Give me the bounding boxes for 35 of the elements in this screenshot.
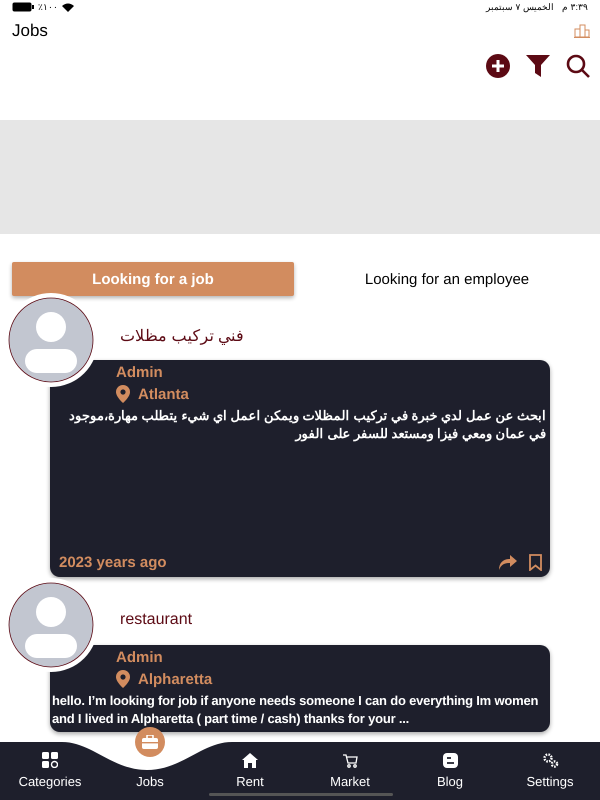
- post-time: 2023 years ago: [59, 554, 167, 571]
- nav-tab[interactable]: Market: [300, 742, 400, 800]
- cart-icon: [342, 754, 358, 768]
- status-time: ٣:٣٩ م: [562, 2, 588, 12]
- gears-icon: [542, 752, 558, 768]
- job-card[interactable]: Admin Alpharetta hello. I’m looking for job if anyone needs someone I can do everything Im women and I lived in Alpharetta ( part time / cash) thanks for your ...: [50, 645, 550, 732]
- location-name: Atlanta: [138, 386, 189, 402]
- status-date: الخميس ٧ سبتمبر: [486, 2, 554, 12]
- page-title: Jobs: [12, 21, 48, 41]
- grid-icon: [42, 752, 58, 768]
- nav-tab[interactable]: Categories: [0, 742, 100, 800]
- job-description: ابحث عن عمل لدي خبرة في تركيب المظلات ويمكن اعمل اي شيء يتطلب مهارة،موجود في عمان ومعي فيزا ومستعد للسفر على الفور: [68, 407, 546, 444]
- wifi-icon: [62, 2, 74, 12]
- blog-icon: [442, 753, 458, 768]
- job-description: hello. I’m looking for job if anyone needs someone I can do everything Im women and I lived in Alpharetta ( part time / cash) thanks for your ...: [52, 692, 540, 728]
- search-icon[interactable]: [566, 54, 590, 78]
- filter-icon[interactable]: [526, 55, 550, 77]
- nav-tab[interactable]: Blog: [400, 742, 500, 800]
- buildings-icon[interactable]: [574, 24, 590, 38]
- battery-percent: ٪١٠٠: [38, 2, 58, 12]
- author-name: Admin: [116, 364, 164, 381]
- nav-tab[interactable]: Settings: [500, 742, 600, 800]
- job-title[interactable]: فني تركيب مظلات: [120, 328, 244, 345]
- location-pin-icon: [116, 670, 130, 688]
- author-name: Admin: [116, 649, 164, 666]
- home-icon: [242, 753, 258, 768]
- tab[interactable]: Looking for an employee: [306, 262, 588, 296]
- location-pin-icon: [116, 385, 130, 403]
- battery-icon: [12, 2, 34, 12]
- share-icon[interactable]: [499, 555, 517, 570]
- bookmark-icon[interactable]: [529, 554, 542, 571]
- location-name: Alpharetta: [138, 670, 212, 688]
- add-icon[interactable]: [486, 54, 510, 78]
- nav-tab[interactable]: Rent: [200, 742, 300, 800]
- job-title[interactable]: restaurant: [120, 611, 192, 628]
